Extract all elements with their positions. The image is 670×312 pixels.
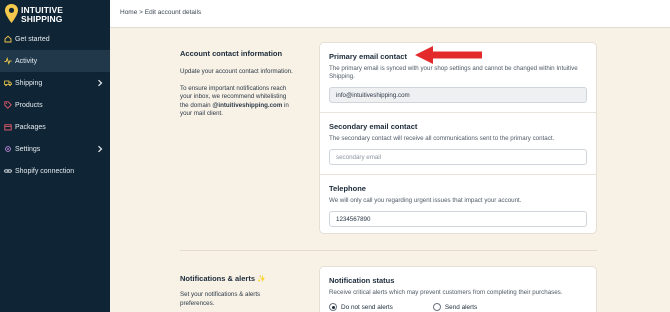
telephone-description: We will only call you regarding urgent i… xyxy=(329,197,522,204)
chevron-right-icon xyxy=(98,145,103,153)
breadcrumb-separator: > xyxy=(139,9,143,16)
account-contact-info: Account contact information Update your … xyxy=(180,49,295,119)
breadcrumb-home-link[interactable]: Home xyxy=(120,9,137,16)
notification-status-description: Receive critical alerts which may preven… xyxy=(329,289,563,296)
notifications-title-text: Notifications & alerts xyxy=(180,274,256,283)
truck-icon xyxy=(3,79,12,88)
breadcrumb-current: Edit account details xyxy=(144,9,202,16)
secondary-email-input[interactable]: secondary email xyxy=(329,149,587,165)
telephone-title: Telephone xyxy=(329,184,366,193)
notifications-info: Notifications & alerts ✨ Set your notifi… xyxy=(180,274,295,308)
secondary-email-description: The secondary contact will receive all c… xyxy=(329,135,555,142)
telephone-section: Telephone We will only call you regardin… xyxy=(320,175,596,227)
annotation-arrow-icon xyxy=(415,46,482,64)
link-icon xyxy=(3,167,12,176)
sidebar-item-get-started[interactable]: Get started xyxy=(0,28,110,50)
breadcrumb: Home > Edit account details xyxy=(120,9,201,16)
notification-status-section: Notification status Receive critical ale… xyxy=(320,267,596,311)
home-icon xyxy=(3,35,12,44)
sidebar-item-label: Get started xyxy=(15,35,50,43)
primary-email-description: The primary email is synced with your sh… xyxy=(329,65,578,80)
notifications-title: Notifications & alerts ✨ xyxy=(180,274,295,283)
section-title: Account contact information xyxy=(180,49,283,58)
sidebar-item-shipping[interactable]: Shipping xyxy=(0,72,110,94)
sidebar-item-label: Activity xyxy=(15,57,38,65)
brand-logo[interactable]: INTUITIVE SHIPPING xyxy=(4,3,108,27)
chevron-right-icon xyxy=(98,79,103,87)
telephone-input[interactable]: 1234567890 xyxy=(329,211,587,227)
top-bar: Home > Edit account details xyxy=(110,0,670,28)
sidebar-item-label: Packages xyxy=(15,123,46,131)
sidebar-item-label: Shipping xyxy=(15,79,43,87)
notifications-description: Set your notifications & alerts preferen… xyxy=(180,291,261,307)
sidebar-item-packages[interactable]: Packages xyxy=(0,116,110,138)
sidebar-item-settings[interactable]: Settings xyxy=(0,138,110,160)
package-icon xyxy=(3,123,12,132)
sidebar-item-activity[interactable]: Activity xyxy=(0,50,110,72)
tag-icon xyxy=(3,101,12,110)
notification-status-title: Notification status xyxy=(329,276,395,285)
location-pin-icon xyxy=(5,4,18,23)
sidebar-nav: Get started Activity Shipping Products P… xyxy=(0,28,110,182)
radio-send-alerts-label[interactable]: Send alerts xyxy=(445,304,477,311)
secondary-email-title: Secondary email contact xyxy=(329,122,418,131)
section-description: Update your account contact information. xyxy=(180,68,293,75)
sidebar-item-label: Shopify connection xyxy=(15,167,75,175)
primary-email-field: info@intuitiveshipping.com xyxy=(329,87,587,103)
notifications-card: Notification status Receive critical ale… xyxy=(319,266,597,312)
whitelist-note: To ensure important notifications reach … xyxy=(180,85,295,119)
sidebar: INTUITIVE SHIPPING Get started Activity … xyxy=(0,0,110,312)
alert-options: Do not send alerts Send alerts xyxy=(329,303,587,311)
sidebar-item-shopify-connection[interactable]: Shopify connection xyxy=(0,160,110,182)
sparkle-icon: ✨ xyxy=(257,276,266,283)
radio-do-not-send[interactable] xyxy=(329,303,337,311)
secondary-email-section: Secondary email contact The secondary co… xyxy=(320,113,596,174)
gear-icon xyxy=(3,145,12,154)
contact-card: Primary email contact The primary email … xyxy=(319,42,597,234)
sidebar-item-products[interactable]: Products xyxy=(0,94,110,116)
sidebar-item-label: Products xyxy=(15,101,43,109)
sidebar-item-label: Settings xyxy=(15,145,41,153)
activity-icon xyxy=(3,57,12,66)
whitelist-domain: @intuitiveshipping.com xyxy=(212,101,283,109)
section-divider xyxy=(180,250,597,251)
brand-line-2: SHIPPING xyxy=(21,14,63,24)
radio-do-not-send-label[interactable]: Do not send alerts xyxy=(341,304,393,311)
radio-send-alerts[interactable] xyxy=(432,303,441,311)
brand-name: INTUITIVE SHIPPING xyxy=(21,6,63,24)
